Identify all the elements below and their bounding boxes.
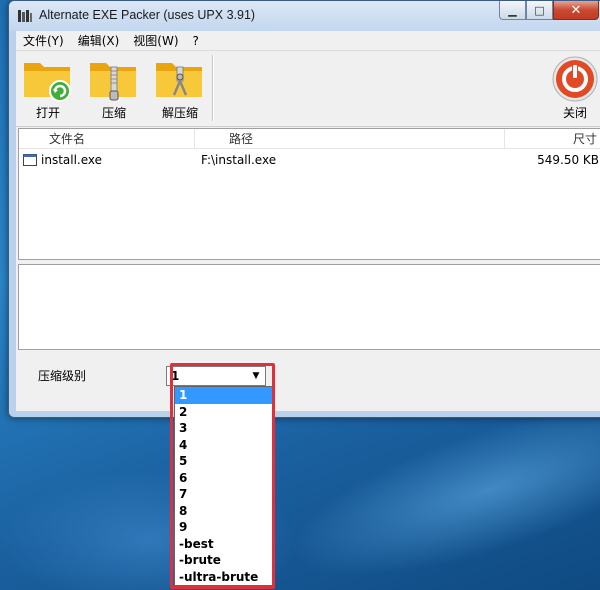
annotation-highlight-box xyxy=(170,363,275,589)
file-size: 549.50 KB xyxy=(537,153,599,167)
toolbar-separator xyxy=(212,55,214,121)
maximize-icon: □ xyxy=(534,3,545,17)
maximize-button[interactable]: □ xyxy=(526,1,553,20)
open-label: 打开 xyxy=(35,106,60,120)
table-row[interactable]: install.exe F:\install.exe 549.50 KB xyxy=(19,151,600,169)
caption-buttons: ▁ □ ✕ xyxy=(499,1,599,21)
close-icon: ✕ xyxy=(570,2,582,18)
toolbar: 打开 压缩 解压缩 关闭 xyxy=(16,51,600,127)
column-size[interactable]: 尺寸 xyxy=(505,129,600,149)
power-icon xyxy=(552,56,598,102)
menu-help[interactable]: ? xyxy=(186,31,206,51)
title-bar[interactable]: Alternate EXE Packer (uses UPX 3.91) ▁ □… xyxy=(9,1,600,31)
menu-edit[interactable]: 编辑(X) xyxy=(71,31,127,51)
file-list[interactable]: 文件名 路径 尺寸 install.exe F:\install.exe 549… xyxy=(18,128,600,260)
app-window: Alternate EXE Packer (uses UPX 3.91) ▁ □… xyxy=(8,0,600,418)
quit-button[interactable]: 关闭 xyxy=(545,55,600,123)
open-button[interactable]: 打开 xyxy=(18,55,78,123)
close-window-button[interactable]: ✕ xyxy=(553,1,599,20)
exe-file-icon xyxy=(23,154,37,166)
decompress-button[interactable]: 解压缩 xyxy=(150,55,210,123)
list-header: 文件名 路径 尺寸 xyxy=(19,129,600,149)
unzip-folder-icon xyxy=(156,63,202,97)
zip-folder-icon xyxy=(90,63,136,101)
compress-button[interactable]: 压缩 xyxy=(84,55,144,123)
menu-bar: 文件(Y) 编辑(X) 视图(W) ? xyxy=(16,31,600,51)
menu-file[interactable]: 文件(Y) xyxy=(16,31,71,51)
log-panel[interactable] xyxy=(18,264,600,350)
window-client: 文件(Y) 编辑(X) 视图(W) ? 打开 压缩 解压缩 关闭 文件名 路径 … xyxy=(16,31,600,411)
window-title: Alternate EXE Packer (uses UPX 3.91) xyxy=(39,8,256,22)
column-path[interactable]: 路径 xyxy=(195,129,505,149)
file-name: install.exe xyxy=(41,153,103,167)
minimize-button[interactable]: ▁ xyxy=(499,1,526,20)
file-path: F:\install.exe xyxy=(201,153,277,167)
quit-label: 关闭 xyxy=(562,106,587,120)
column-filename[interactable]: 文件名 xyxy=(19,129,195,149)
compression-level-label: 压缩级别 xyxy=(38,369,87,383)
decompress-label: 解压缩 xyxy=(161,106,198,120)
compress-label: 压缩 xyxy=(101,106,126,120)
menu-view[interactable]: 视图(W) xyxy=(126,31,185,51)
minimize-icon: ▁ xyxy=(508,3,517,17)
open-folder-icon xyxy=(24,63,71,102)
app-icon xyxy=(18,10,32,22)
